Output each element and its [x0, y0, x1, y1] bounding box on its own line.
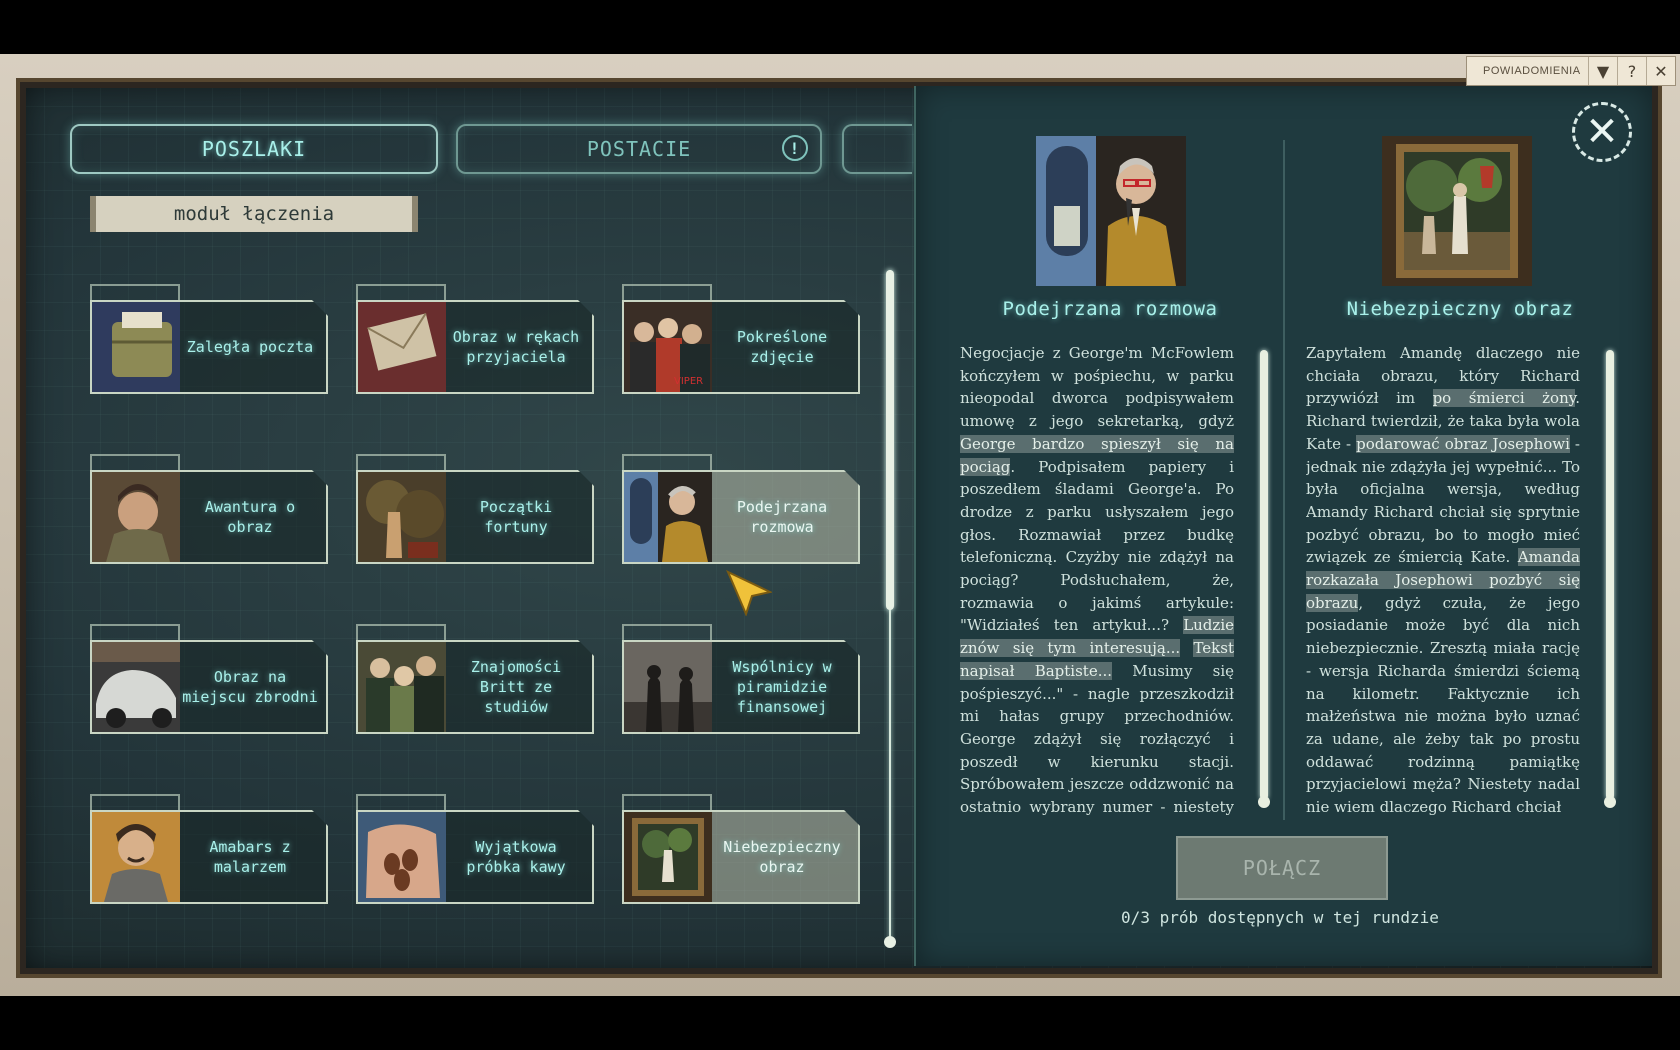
clue-card-label: Znajomości Britt ze studiów: [470, 658, 562, 716]
alert-icon: !: [782, 135, 808, 161]
scrollbar-end: [1604, 796, 1616, 808]
connect-button[interactable]: POŁĄCZ: [1176, 836, 1388, 900]
clue-card-label: Początki fortuny: [479, 498, 553, 536]
left-clue-title: Podejrzana rozmowa: [1002, 298, 1218, 320]
clue-card-tab: [90, 794, 180, 810]
clue-thumbnail: VIPER: [624, 302, 712, 392]
notifications-label: POWIADOMIENIA: [1483, 65, 1581, 77]
clue-card-tab: [622, 454, 712, 470]
tab-label: POSZLAKI: [201, 137, 307, 161]
chevron-down-icon[interactable]: ▼: [1588, 57, 1617, 85]
pointer-cursor-icon: [726, 570, 772, 616]
highlighted-text[interactable]: podarować obraz Josephowi: [1356, 434, 1570, 453]
tab-poszlaki[interactable]: POSZLAKI: [70, 124, 438, 174]
clue-card-tab: [622, 794, 712, 810]
clue-card-label: Obraz w rękach przyjaciela: [452, 328, 580, 366]
scrollbar-thumb[interactable]: [1260, 350, 1268, 800]
tab-postacie[interactable]: POSTACIE !: [456, 124, 822, 174]
clue-card[interactable]: Amabars z malarzem: [90, 794, 328, 904]
clue-card[interactable]: Początki fortuny: [356, 454, 594, 564]
description-text: [1180, 639, 1193, 657]
clue-card-label: Awantura o obraz: [204, 498, 296, 536]
clue-card-tab: [356, 624, 446, 640]
clue-thumbnail: [92, 812, 180, 902]
right-clue-title: Niebezpieczny obraz: [1346, 298, 1574, 320]
tab-label: POSTACIE: [586, 137, 692, 161]
clue-card-tab: [356, 454, 446, 470]
clue-card[interactable]: Niebezpieczny obraz: [622, 794, 860, 904]
clue-card-tab: [90, 284, 180, 300]
close-icon[interactable]: ✕: [1646, 57, 1675, 85]
clue-card-label: Amabars z malarzem: [209, 838, 291, 876]
description-text: Negocjacje z George'm McFowlem kończyłem…: [960, 344, 1234, 431]
scrollbar-thumb[interactable]: [1606, 350, 1614, 800]
scrollbar-thumb[interactable]: [886, 270, 894, 610]
clue-card[interactable]: Obraz w rękach przyjaciela: [356, 284, 594, 394]
clue-card[interactable]: Wyjątkowa próbka kawy: [356, 794, 594, 904]
clue-card-tab: [356, 794, 446, 810]
clue-card[interactable]: VIPER Pokreślone zdjęcie: [622, 284, 860, 394]
clue-card-label: Zaległa poczta: [186, 338, 314, 356]
highlighted-text[interactable]: po śmierci żony: [1432, 389, 1576, 408]
right-text-scrollbar[interactable]: [1604, 350, 1616, 810]
close-panel-button[interactable]: ✕: [1572, 102, 1632, 162]
clue-card[interactable]: Zaległa poczta: [90, 284, 328, 394]
attempts-counter: 0/3 prób dostępnych w tej rundzie: [1121, 908, 1439, 927]
left-clue-description: Negocjacje z George'm McFowlem kończyłem…: [960, 342, 1234, 820]
scrollbar-end: [1258, 796, 1270, 808]
clue-card-label: Niebezpieczny obraz: [723, 838, 841, 876]
clue-image-painting: [1382, 136, 1532, 286]
clue-card-tab: [90, 624, 180, 640]
help-icon[interactable]: ?: [1617, 57, 1646, 85]
clue-card[interactable]: Znajomości Britt ze studiów: [356, 624, 594, 734]
clue-card[interactable]: Obraz na miejscu zbrodni: [90, 624, 328, 734]
clue-list-scrollbar[interactable]: [884, 270, 896, 948]
clue-thumbnail: [358, 812, 446, 902]
left-text-scrollbar[interactable]: [1258, 350, 1270, 810]
clue-thumbnail: [624, 472, 712, 562]
clue-card[interactable]: Podejrzana rozmowa: [622, 454, 860, 564]
clue-card-label: Pokreślone zdjęcie: [736, 328, 828, 366]
description-text: , gdyż czuła, że jego posiadanie może by…: [1306, 593, 1580, 817]
scrollbar-end: [884, 936, 896, 948]
clue-thumbnail: [358, 642, 446, 732]
clue-image-phone: [1036, 136, 1186, 286]
clue-card[interactable]: Awantura o obraz: [90, 454, 328, 564]
clue-card-label: Wspólnicy w piramidzie finansowej: [732, 658, 832, 716]
clue-thumbnail: [624, 812, 712, 902]
clue-thumbnail: [624, 642, 712, 732]
clue-thumbnail: [358, 302, 446, 392]
clue-thumbnail: [92, 642, 180, 732]
connection-module-label: moduł łączenia: [90, 196, 418, 232]
clue-card-tab: [622, 624, 712, 640]
clue-card-tab: [622, 284, 712, 300]
column-divider: [1283, 140, 1285, 820]
clue-card-tab: [356, 284, 446, 300]
clue-card-label: Obraz na miejscu zbrodni: [182, 668, 318, 706]
notifications-bar[interactable]: POWIADOMIENIA ▼ ? ✕: [1466, 56, 1676, 86]
description-text: Musimy się pośpieszyć..." - nagle przesz…: [960, 661, 1234, 817]
clue-thumbnail: [92, 472, 180, 562]
clue-card-label: Podejrzana rozmowa: [736, 498, 828, 536]
svg-text:VIPER: VIPER: [674, 376, 703, 387]
clue-card-tab: [90, 454, 180, 470]
clue-card[interactable]: Wspólnicy w piramidzie finansowej: [622, 624, 860, 734]
clue-thumbnail: [358, 472, 446, 562]
close-icon: ✕: [1585, 109, 1619, 155]
clue-card-label: Wyjątkowa próbka kawy: [466, 838, 566, 876]
description-text: - jednak nie zdążyła jej wypełnić... To …: [1306, 434, 1580, 567]
tab-more[interactable]: [842, 124, 912, 174]
clue-thumbnail: [92, 302, 180, 392]
right-clue-description: Zapytałem Amandę dlaczego nie chciała ob…: [1306, 342, 1580, 820]
description-text: . Podpisałem papiery i poszedłem śladami…: [960, 457, 1234, 635]
